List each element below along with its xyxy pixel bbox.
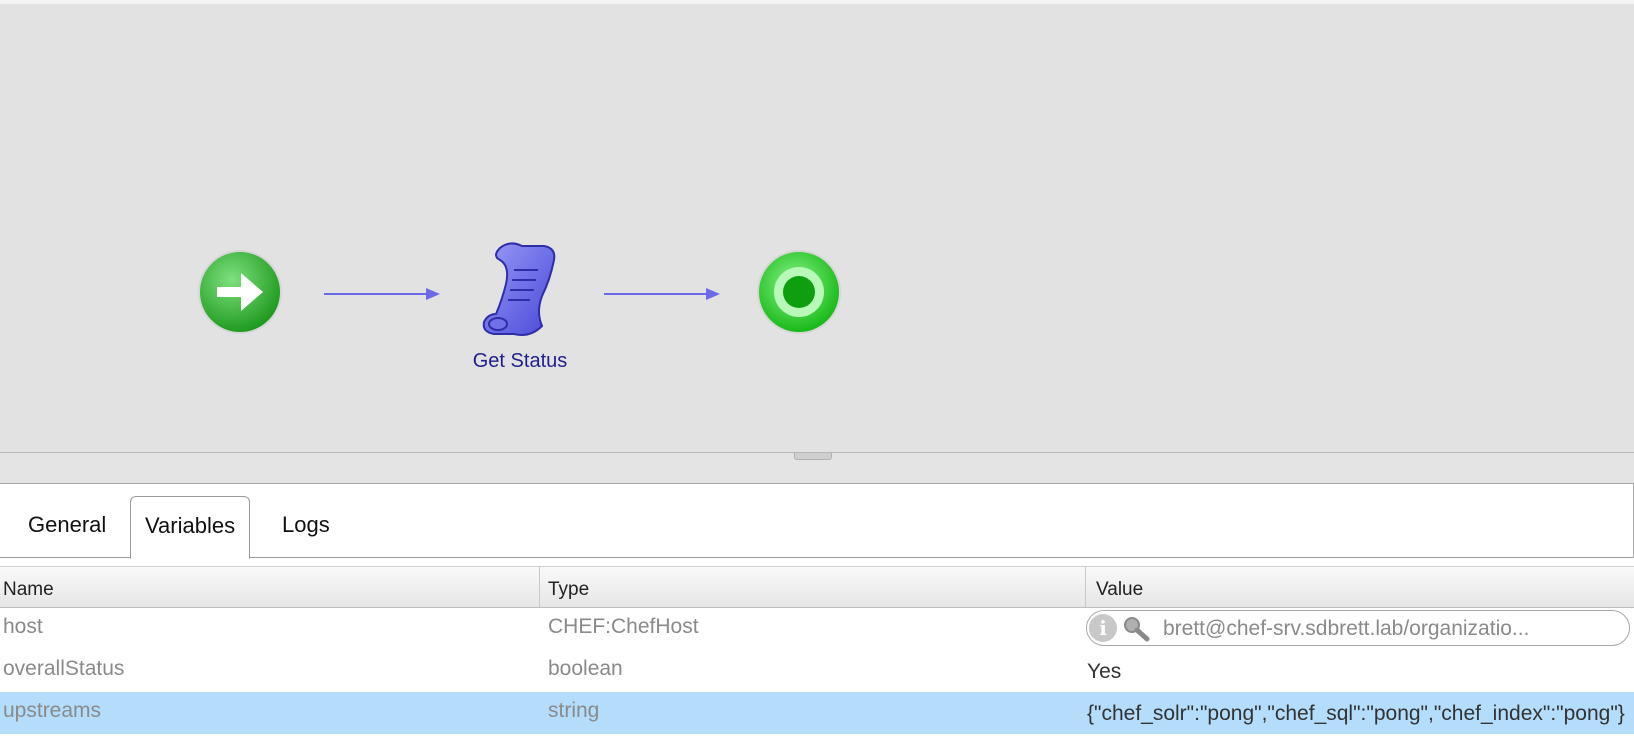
end-node-icon[interactable] xyxy=(756,249,842,335)
search-icon[interactable] xyxy=(1121,615,1151,643)
variable-name: upstreams xyxy=(3,699,102,722)
host-value-field[interactable]: i brett@chef-srv.sdbrett.lab/organizatio… xyxy=(1086,610,1630,646)
host-value-text: brett@chef-srv.sdbrett.lab/organizatio..… xyxy=(1163,617,1530,640)
splitter-handle[interactable] xyxy=(794,453,832,460)
variable-name: host xyxy=(3,615,43,638)
tab-general[interactable]: General xyxy=(14,496,120,558)
info-icon[interactable]: i xyxy=(1089,614,1117,642)
canvas-top-edge xyxy=(0,0,1634,4)
column-header-type[interactable]: Type xyxy=(540,567,1086,607)
variable-name: overallStatus xyxy=(3,657,125,680)
column-header-name[interactable]: Name xyxy=(0,567,540,607)
column-header-value[interactable]: Value xyxy=(1086,567,1634,607)
variable-type: boolean xyxy=(548,657,623,680)
tab-logs[interactable]: Logs xyxy=(268,496,344,558)
details-panel: General Variables Logs Name Type Value h… xyxy=(0,484,1634,738)
variable-value: {"chef_solr":"pong","chef_sql":"pong","c… xyxy=(1087,702,1625,725)
table-header: Name Type Value xyxy=(0,566,1634,608)
flow-arrow-1 xyxy=(322,286,442,307)
start-node-icon[interactable] xyxy=(197,249,283,335)
tab-variables[interactable]: Variables xyxy=(130,496,251,559)
script-task-icon[interactable] xyxy=(480,240,564,340)
panel-splitter[interactable] xyxy=(0,453,1634,484)
variable-value: Yes xyxy=(1087,660,1122,683)
workflow-canvas[interactable]: Get Status xyxy=(0,0,1634,453)
variable-type: CHEF:ChefHost xyxy=(548,615,699,638)
table-row[interactable]: host CHEF:ChefHost i brett@chef-srv.sdbr… xyxy=(0,608,1634,650)
table-row[interactable]: overallStatus boolean Yes xyxy=(0,650,1634,692)
variable-type: string xyxy=(548,699,600,722)
flow-arrow-2 xyxy=(602,286,722,307)
tab-bar: General Variables Logs xyxy=(0,484,1634,559)
variables-table: Name Type Value host CHEF:ChefHost i bre… xyxy=(0,566,1634,734)
table-row[interactable]: upstreams string {"chef_solr":"pong","ch… xyxy=(0,692,1634,734)
task-label: Get Status xyxy=(472,350,568,372)
